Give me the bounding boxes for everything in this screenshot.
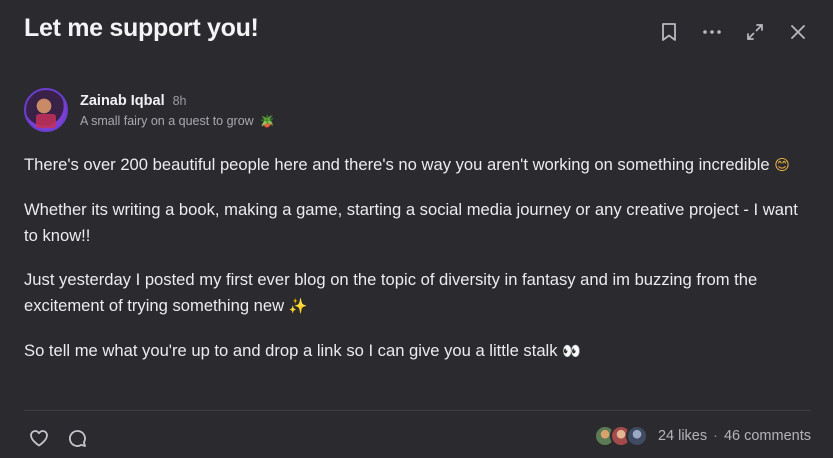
post-paragraph: So tell me what you're up to and drop a … (24, 338, 814, 365)
author-name[interactable]: Zainab Iqbal (80, 93, 165, 109)
like-button[interactable] (28, 427, 50, 449)
post-paragraph-text: So tell me what you're up to and drop a … (24, 341, 558, 360)
likes-count[interactable]: 24 likes (658, 428, 707, 444)
post-paragraph: Whether its writing a book, making a gam… (24, 197, 814, 249)
liker-avatars[interactable] (593, 425, 648, 447)
post-dialog: Let me support you! Zainab Iqbal 8h A sm… (0, 0, 833, 458)
divider (24, 410, 811, 411)
comments-count[interactable]: 46 comments (724, 428, 811, 444)
comment-button[interactable] (66, 427, 88, 449)
more-button[interactable] (690, 19, 733, 45)
post-paragraph-text: Just yesterday I posted my first ever bl… (24, 270, 758, 315)
author-tagline: A small fairy on a quest to grow 🪴 (80, 114, 275, 128)
smile-emoji-icon: 😊 (774, 157, 790, 174)
post-actions (28, 427, 88, 449)
bookmark-icon (661, 23, 676, 41)
more-icon (702, 30, 721, 34)
expand-button[interactable] (733, 19, 776, 45)
expand-icon (746, 24, 763, 40)
close-icon (790, 25, 805, 39)
avatar (625, 425, 648, 447)
post-title: Let me support you! (24, 14, 259, 42)
bookmark-button[interactable] (647, 19, 690, 45)
author-info: Zainab Iqbal 8h A small fairy on a quest… (80, 93, 275, 128)
avatar[interactable] (24, 88, 68, 132)
post-time: 8h (172, 94, 187, 108)
post-stats: 24 likes · 46 comments (593, 425, 811, 447)
author-tagline-text: A small fairy on a quest to grow (80, 114, 254, 128)
eyes-emoji-icon: 👀 (562, 343, 581, 360)
close-button[interactable] (776, 19, 819, 45)
top-actions (647, 19, 819, 45)
separator: · (713, 428, 718, 444)
post-paragraph-text: Whether its writing a book, making a gam… (24, 200, 798, 245)
heart-icon (30, 430, 48, 447)
comment-icon (68, 429, 86, 447)
post-paragraph: There's over 200 beautiful people here a… (24, 152, 814, 179)
post-paragraph: Just yesterday I posted my first ever bl… (24, 267, 814, 320)
post-body: There's over 200 beautiful people here a… (24, 152, 814, 383)
feather-icon: 🪴 (259, 114, 275, 128)
post-paragraph-text: There's over 200 beautiful people here a… (24, 155, 770, 174)
author-row: Zainab Iqbal 8h A small fairy on a quest… (24, 88, 275, 132)
sparkles-emoji-icon: ✨ (288, 298, 308, 315)
